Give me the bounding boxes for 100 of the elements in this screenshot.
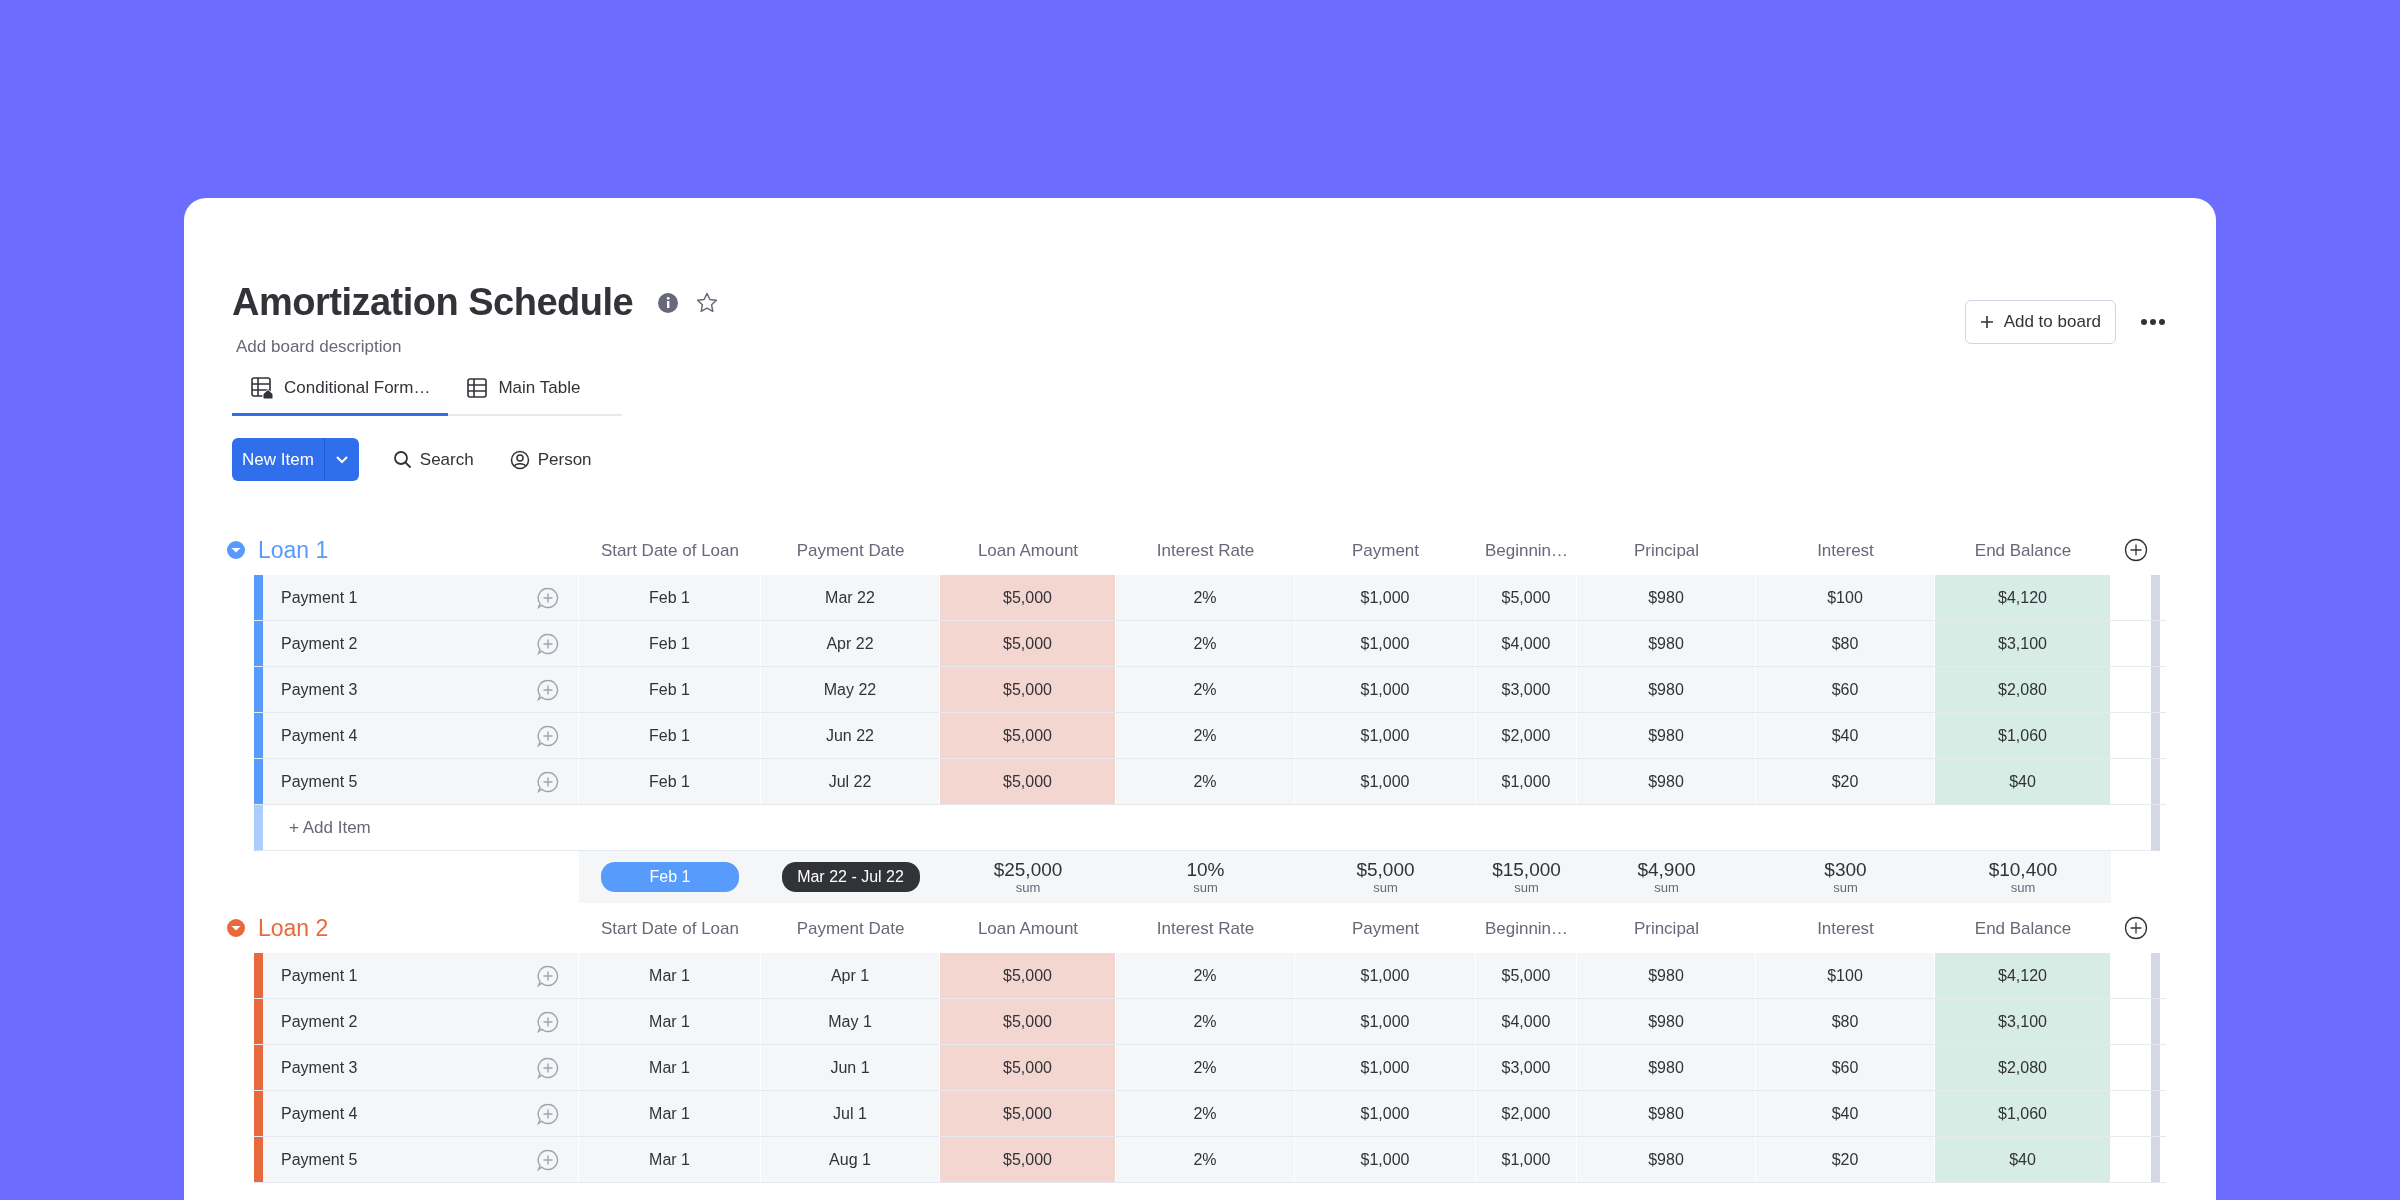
collapse-icon[interactable]	[226, 540, 246, 561]
item-name[interactable]: Payment 5	[281, 769, 358, 794]
table-cell: $1,000	[1295, 759, 1476, 805]
table-cell: Feb 1	[579, 575, 761, 621]
info-icon[interactable]	[657, 291, 680, 314]
add-column-icon[interactable]	[2123, 916, 2148, 941]
table-cell: $2,080	[1935, 1045, 2111, 1091]
add-update-icon[interactable]	[536, 1101, 560, 1126]
table-cell: Jun 1	[761, 1045, 940, 1091]
table-cell: $5,000	[940, 1045, 1116, 1091]
item-name[interactable]: Payment 2	[281, 1009, 358, 1034]
column-header[interactable]: Interest	[1756, 537, 1935, 564]
table-cell: $5,000	[940, 713, 1116, 759]
table-home-icon	[250, 376, 274, 401]
summary-pill: Feb 1	[601, 862, 739, 893]
item-name[interactable]: Payment 4	[281, 1101, 358, 1126]
column-header[interactable]: Payment	[1295, 915, 1476, 942]
table-cell: $980	[1577, 953, 1756, 999]
search-icon	[392, 450, 412, 470]
item-name[interactable]: Payment 1	[281, 963, 358, 988]
star-icon[interactable]	[695, 290, 720, 315]
table-cell: 2%	[1116, 1091, 1295, 1137]
table-cell: $1,000	[1295, 953, 1476, 999]
table-cell: May 22	[761, 667, 940, 713]
table-cell: $5,000	[940, 999, 1116, 1045]
table-cell: 2%	[1116, 953, 1295, 999]
column-header[interactable]: Payment Date	[761, 537, 940, 564]
view-tab[interactable]: Main Table	[448, 367, 599, 416]
summary-value: 10%	[1186, 859, 1225, 881]
item-name[interactable]: Payment 3	[281, 1055, 358, 1080]
add-to-board-button[interactable]: Add to board	[1964, 300, 2116, 344]
table-cell: $4,120	[1935, 575, 2111, 621]
item-name[interactable]: Payment 5	[281, 1147, 358, 1172]
table-cell: $60	[1756, 1045, 1935, 1091]
add-update-icon[interactable]	[536, 769, 560, 794]
column-header[interactable]: Start Date of Loan	[579, 537, 761, 564]
table-cell: 2%	[1116, 713, 1295, 759]
dropdown-button[interactable]	[323, 437, 359, 482]
table-cell: Jul 1	[761, 1091, 940, 1137]
add-update-icon[interactable]	[536, 1147, 560, 1172]
table-cell: $40	[1756, 713, 1935, 759]
table-cell: $5,000	[940, 759, 1116, 805]
column-header[interactable]: Beginnin…	[1476, 915, 1577, 942]
person-button[interactable]: Person	[499, 440, 602, 479]
group-title[interactable]: Loan 2	[258, 911, 329, 946]
column-header[interactable]: Start Date of Loan	[579, 915, 761, 942]
table-cell: $3,000	[1476, 667, 1577, 713]
column-header[interactable]: Beginnin…	[1476, 537, 1577, 564]
search-button[interactable]: Search	[382, 440, 484, 479]
add-update-icon[interactable]	[536, 631, 560, 656]
collapse-icon[interactable]	[226, 918, 246, 939]
column-header[interactable]: Payment Date	[761, 915, 940, 942]
table-cell: $1,000	[1295, 1045, 1476, 1091]
add-update-icon[interactable]	[536, 677, 560, 702]
column-header[interactable]: Interest Rate	[1116, 915, 1295, 942]
column-header[interactable]: Loan Amount	[940, 915, 1116, 942]
table-cell: $980	[1577, 667, 1756, 713]
table-cell: Jun 22	[761, 713, 940, 759]
table-cell: $40	[1756, 1091, 1935, 1137]
column-header[interactable]: End Balance	[1935, 537, 2111, 564]
more-icon[interactable]	[2140, 317, 2166, 326]
table-cell: 2%	[1116, 1137, 1295, 1183]
table-cell: $20	[1756, 1137, 1935, 1183]
add-update-icon[interactable]	[536, 1009, 560, 1034]
summary-label: sum	[1015, 880, 1041, 895]
column-header[interactable]: Principal	[1577, 915, 1756, 942]
column-header[interactable]: Interest	[1756, 915, 1935, 942]
table-cell: $4,000	[1476, 621, 1577, 667]
add-update-icon[interactable]	[536, 585, 560, 610]
add-update-icon[interactable]	[536, 963, 560, 988]
item-name[interactable]: Payment 1	[281, 585, 358, 610]
item-name[interactable]: Payment 4	[281, 723, 358, 748]
table-cell: $100	[1756, 575, 1935, 621]
new-item-button[interactable]: New Item	[232, 437, 324, 482]
table-cell: $40	[1935, 1137, 2111, 1183]
column-header[interactable]: End Balance	[1935, 915, 2111, 942]
column-header[interactable]: Payment	[1295, 537, 1476, 564]
column-header[interactable]: Loan Amount	[940, 537, 1116, 564]
table-cell: Feb 1	[579, 759, 761, 805]
item-name[interactable]: Payment 3	[281, 677, 358, 702]
table-cell: $60	[1756, 667, 1935, 713]
add-update-icon[interactable]	[536, 723, 560, 748]
summary-label: sum	[1654, 880, 1679, 895]
view-tab[interactable]: Conditional Form…	[232, 367, 449, 416]
column-header[interactable]: Principal	[1577, 537, 1756, 564]
board-description[interactable]: Add board description	[236, 333, 720, 360]
add-item-row[interactable]: + Add Item	[254, 805, 2160, 852]
column-header[interactable]: Interest Rate	[1116, 537, 1295, 564]
table-cell: 2%	[1116, 1045, 1295, 1091]
table-cell: $3,100	[1935, 621, 2111, 667]
chevron-icon	[334, 454, 349, 465]
table-cell: May 1	[761, 999, 940, 1045]
add-column-icon[interactable]	[2123, 538, 2148, 563]
table-cell: $1,060	[1935, 1091, 2111, 1137]
add-update-icon[interactable]	[536, 1055, 560, 1080]
table-cell: 2%	[1116, 575, 1295, 621]
person-icon	[509, 449, 530, 470]
item-name[interactable]: Payment 2	[281, 631, 358, 656]
table-cell: Apr 22	[761, 621, 940, 667]
table-cell: $5,000	[940, 953, 1116, 999]
